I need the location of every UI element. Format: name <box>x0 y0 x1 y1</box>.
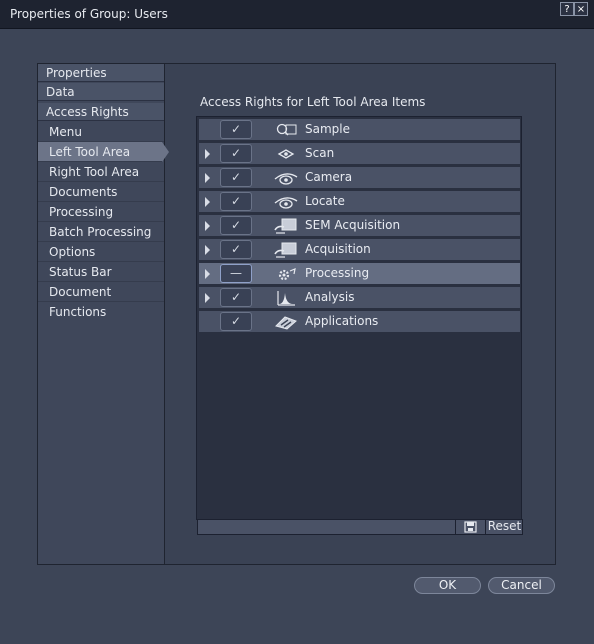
sidebar-item-processing[interactable]: Processing <box>38 202 164 222</box>
sidebar-item-document-functions[interactable]: Document Functions <box>38 282 164 319</box>
access-checkbox[interactable]: ✓ <box>220 120 252 139</box>
data-header[interactable]: Data <box>38 83 164 101</box>
sidebar-item-menu[interactable]: Menu <box>38 122 164 142</box>
access-checkbox[interactable]: ✓ <box>220 240 252 259</box>
sidebar-item-batch-processing[interactable]: Batch Processing <box>38 222 164 242</box>
item-label: SEM Acquisition <box>305 218 401 232</box>
expand-arrow-icon[interactable] <box>205 293 210 303</box>
item-label: Processing <box>305 266 370 280</box>
sidebar-item-options[interactable]: Options <box>38 242 164 262</box>
expand-arrow-icon[interactable] <box>205 245 210 255</box>
section-title: Access Rights for Left Tool Area Items <box>200 95 426 109</box>
help-button[interactable]: ? <box>560 2 574 16</box>
item-label: Locate <box>305 194 345 208</box>
cancel-button[interactable]: Cancel <box>488 577 555 594</box>
sidebar-item-status-bar[interactable]: Status Bar <box>38 262 164 282</box>
properties-header: Properties <box>38 64 164 82</box>
item-label: Acquisition <box>305 242 371 256</box>
sidebar-item-right-tool-area[interactable]: Right Tool Area <box>38 162 164 182</box>
save-button[interactable] <box>455 519 484 535</box>
save-icon <box>464 521 477 533</box>
sidebar-item-left-tool-area[interactable]: Left Tool Area <box>38 142 169 162</box>
list-item-locate[interactable]: ✓ Locate <box>199 191 520 213</box>
access-checkbox[interactable]: — <box>220 264 252 283</box>
expand-arrow-icon[interactable] <box>205 221 210 231</box>
scan-icon <box>273 145 299 163</box>
list-item-acquisition[interactable]: ✓ Acquisition <box>199 239 520 261</box>
access-checkbox[interactable]: ✓ <box>220 192 252 211</box>
locate-icon <box>273 193 299 211</box>
access-rights-header[interactable]: Access Rights <box>38 103 164 121</box>
list-item-camera[interactable]: ✓ Camera <box>199 167 520 189</box>
processing-icon <box>273 265 299 283</box>
item-label: Sample <box>305 122 350 136</box>
expand-arrow-icon[interactable] <box>205 269 210 279</box>
close-button[interactable]: × <box>574 2 588 16</box>
analysis-icon <box>273 289 299 307</box>
access-checkbox[interactable]: ✓ <box>220 144 252 163</box>
ok-button[interactable]: OK <box>414 577 481 594</box>
expand-arrow-icon[interactable] <box>205 173 210 183</box>
access-checkbox[interactable]: ✓ <box>220 312 252 331</box>
sample-icon <box>273 121 299 139</box>
list-item-scan[interactable]: ✓ Scan <box>199 143 520 165</box>
reset-button[interactable]: Reset <box>485 519 523 535</box>
applications-icon <box>273 313 299 331</box>
access-checkbox[interactable]: ✓ <box>220 216 252 235</box>
acquisition-icon <box>273 241 299 259</box>
camera-icon <box>273 169 299 187</box>
list-item-processing[interactable]: — Processing <box>199 263 520 285</box>
sem-acquisition-icon <box>273 217 299 235</box>
access-checkbox[interactable]: ✓ <box>220 168 252 187</box>
item-label: Analysis <box>305 290 355 304</box>
properties-sidebar: Properties Data Access Rights Menu Left … <box>38 64 169 564</box>
item-label: Applications <box>305 314 379 328</box>
item-label: Camera <box>305 170 353 184</box>
expand-arrow-icon[interactable] <box>205 149 210 159</box>
title-bar: Properties of Group: Users ? × <box>0 0 594 29</box>
item-label: Scan <box>305 146 335 160</box>
access-checkbox[interactable]: ✓ <box>220 288 252 307</box>
sidebar-item-documents[interactable]: Documents <box>38 182 164 202</box>
list-item-analysis[interactable]: ✓ Analysis <box>199 287 520 309</box>
list-item-sem-acquisition[interactable]: ✓ SEM Acquisition <box>199 215 520 237</box>
list-item-applications[interactable]: ✓ Applications <box>199 311 520 333</box>
list-item-sample[interactable]: ✓ Sample <box>199 119 520 141</box>
window-title: Properties of Group: Users <box>10 7 168 21</box>
expand-arrow-icon[interactable] <box>205 197 210 207</box>
